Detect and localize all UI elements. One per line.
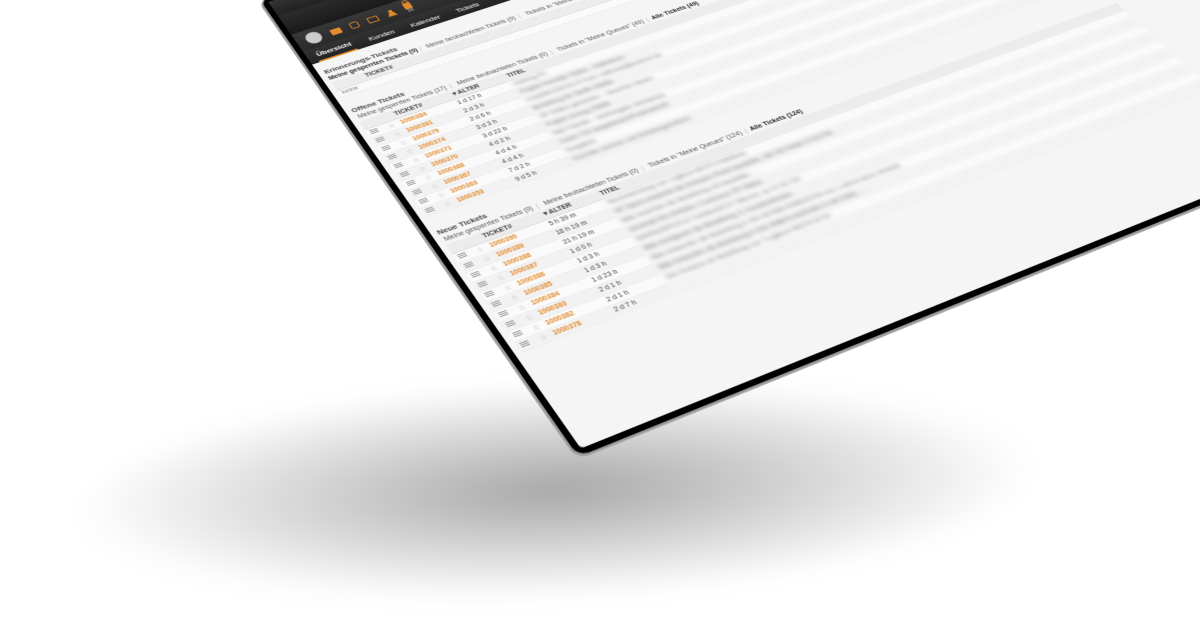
drag-handle-icon[interactable] [490, 300, 502, 308]
star-icon[interactable]: ☆ [442, 200, 454, 209]
drag-handle-icon[interactable] [412, 188, 423, 195]
drag-handle-icon[interactable] [483, 290, 495, 298]
drag-handle-icon[interactable] [375, 136, 386, 143]
drag-handle-icon[interactable] [512, 330, 524, 338]
mail-icon[interactable] [366, 15, 380, 23]
drag-handle-icon[interactable] [418, 197, 429, 204]
star-icon[interactable]: ☆ [537, 332, 550, 342]
drag-handle-icon[interactable] [463, 261, 474, 269]
drag-handle-icon[interactable] [477, 280, 489, 288]
drag-handle-icon[interactable] [519, 340, 531, 348]
drag-handle-icon[interactable] [399, 170, 410, 177]
drag-handle-icon[interactable] [497, 310, 509, 318]
drag-handle-icon[interactable] [381, 145, 392, 152]
phone-icon[interactable] [348, 21, 360, 29]
users-icon[interactable] [385, 9, 398, 18]
lock-badge[interactable]: 16 [401, 1, 415, 13]
drag-handle-icon[interactable] [424, 206, 435, 213]
folder-icon[interactable] [329, 27, 343, 35]
drag-handle-icon[interactable] [470, 271, 482, 279]
drag-handle-icon[interactable] [393, 162, 404, 169]
drag-handle-icon[interactable] [405, 179, 416, 186]
user-avatar-icon[interactable] [303, 30, 325, 45]
drag-handle-icon[interactable] [456, 251, 467, 259]
drag-handle-icon[interactable] [387, 153, 398, 160]
drag-handle-icon[interactable] [504, 319, 516, 327]
drag-handle-icon[interactable] [369, 128, 380, 135]
